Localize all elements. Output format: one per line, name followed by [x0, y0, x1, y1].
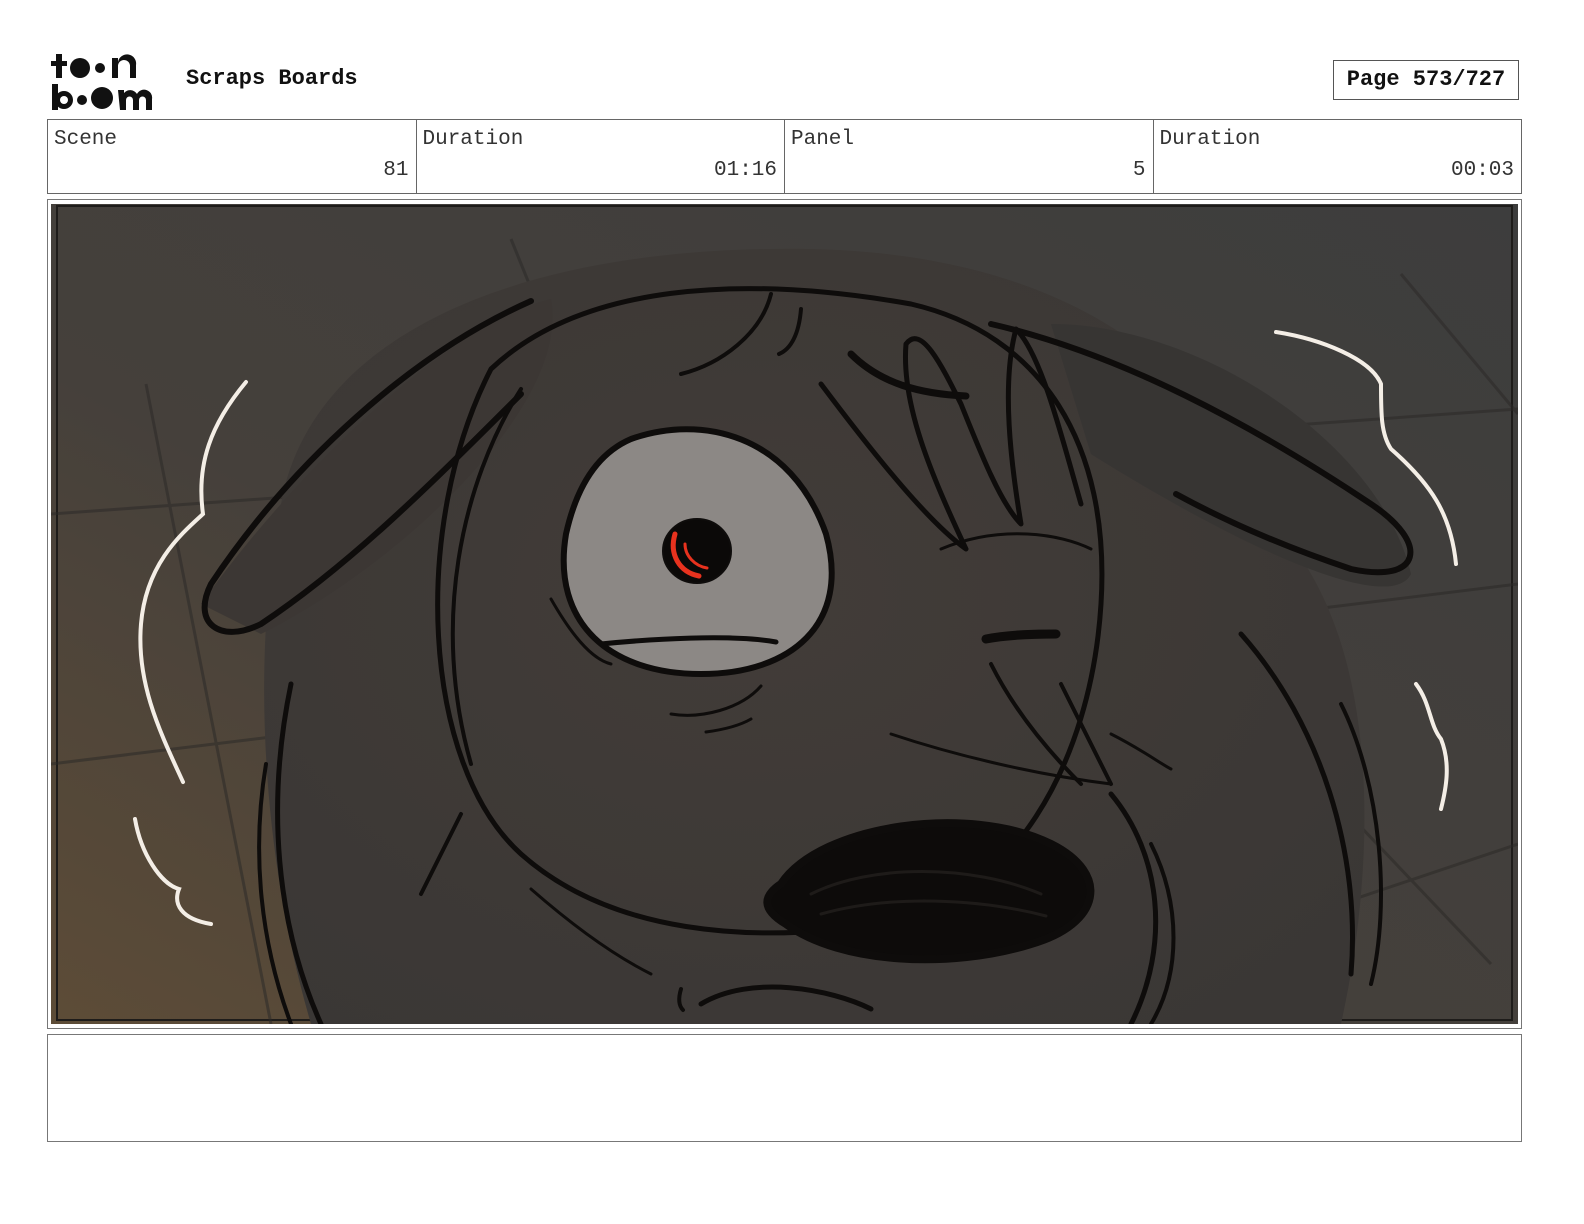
- storyboard-panel-image: [51, 204, 1518, 1024]
- panel-cell: Panel 5: [785, 120, 1154, 193]
- panel-duration-value: 00:03: [1450, 159, 1514, 182]
- panel-notes-box: [47, 1034, 1522, 1142]
- document-title: Scraps Boards: [186, 66, 358, 91]
- panel-duration-cell: Duration 00:03: [1154, 120, 1522, 193]
- scene-value: 81: [383, 159, 409, 182]
- toonboom-logo: [51, 54, 153, 110]
- scene-duration-value: 01:16: [713, 159, 777, 182]
- page-counter: Page 573/727: [1333, 60, 1519, 100]
- scene-info-table: Scene 81 Duration 01:16 Panel 5 Duration…: [47, 119, 1522, 194]
- panel-value: 5: [1132, 159, 1146, 182]
- scene-label: Scene: [54, 128, 118, 151]
- scene-cell: Scene 81: [48, 120, 417, 193]
- panel-label: Panel: [791, 128, 855, 151]
- panel-duration-label: Duration: [1159, 128, 1261, 151]
- scene-duration-cell: Duration 01:16: [417, 120, 785, 193]
- scene-duration-label: Duration: [422, 128, 524, 151]
